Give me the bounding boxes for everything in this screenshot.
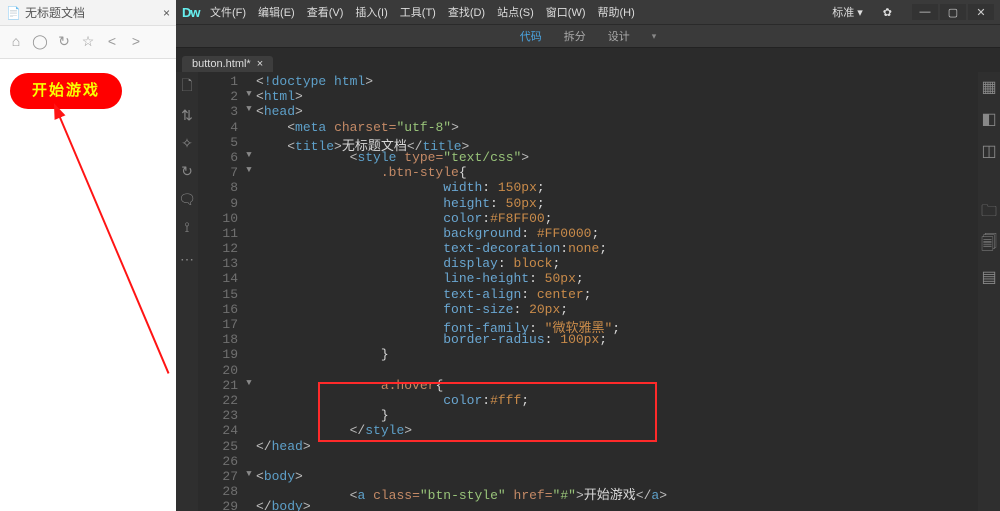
tab-code[interactable]: 代码 — [516, 26, 546, 46]
menu-item-5[interactable]: 查找(D) — [442, 5, 491, 21]
code-line[interactable]: 13 display: block; — [198, 256, 978, 271]
file-icon: 📄 — [6, 6, 21, 20]
comment-icon[interactable]: 🗨 — [178, 190, 196, 208]
collapse-icon[interactable]: ⟟ — [178, 218, 196, 236]
annotation-arrow — [0, 59, 176, 511]
preview-body: 开始游戏 — [0, 59, 176, 511]
right-panel-strip: ▦ ◧ ◫ 🗀 🗐 ▤ — [978, 72, 1000, 511]
refresh-icon[interactable]: ↻ — [178, 162, 196, 180]
code-line[interactable]: 8 width: 150px; — [198, 180, 978, 195]
code-editor[interactable]: 1 <!doctype html>2▼<html>3▼<head>4 <meta… — [198, 72, 978, 511]
menu-item-4[interactable]: 工具(T) — [394, 5, 442, 21]
file-manager-icon[interactable]: 🗋 — [178, 78, 196, 96]
app-logo: Dw — [182, 5, 204, 20]
preview-tab-title: 无标题文档 — [25, 4, 85, 21]
stop-icon[interactable]: ↻ — [52, 30, 76, 52]
code-line[interactable]: 21▼ a:hover{ — [198, 378, 978, 393]
window-maximize-icon[interactable]: ▢ — [940, 4, 966, 20]
ide-panel: Dw 文件(F)编辑(E)查看(V)插入(I)工具(T)查找(D)站点(S)窗口… — [176, 0, 1000, 511]
back-icon[interactable]: < — [100, 30, 124, 52]
code-line[interactable]: 16 font-size: 20px; — [198, 302, 978, 317]
code-line[interactable]: 19 } — [198, 347, 978, 362]
more-icon[interactable]: ⋯ — [178, 250, 196, 268]
snippets-panel-icon[interactable]: ▤ — [980, 268, 998, 286]
code-line[interactable]: 22 color:#fff; — [198, 393, 978, 408]
browser-preview-panel: 📄 无标题文档 × ⌂ ◯ ↻ ☆ < > 开始游戏 — [0, 0, 176, 511]
file-tab-label: button.html* — [192, 58, 251, 70]
preview-tab-close-icon[interactable]: × — [163, 6, 170, 20]
code-line[interactable]: 28 <a class="btn-style" href="#">开始游戏</a… — [198, 484, 978, 499]
code-line[interactable]: 27▼<body> — [198, 469, 978, 484]
preview-toolbar: ⌂ ◯ ↻ ☆ < > — [0, 26, 176, 59]
window-minimize-icon[interactable]: — — [912, 4, 938, 20]
menu-item-6[interactable]: 站点(S) — [491, 5, 540, 21]
tab-design[interactable]: 设计 — [604, 26, 634, 46]
code-line[interactable]: 20 — [198, 363, 978, 378]
library-panel-icon[interactable]: 🗐 — [980, 236, 998, 254]
tab-split[interactable]: 拆分 — [560, 26, 590, 46]
code-line[interactable]: 18 border-radius: 100px; — [198, 332, 978, 347]
code-line[interactable]: 1 <!doctype html> — [198, 74, 978, 89]
dom-panel-icon[interactable]: ◧ — [980, 110, 998, 128]
code-line[interactable]: 25 </head> — [198, 439, 978, 454]
code-line[interactable]: 23 } — [198, 408, 978, 423]
code-line[interactable]: 2▼<html> — [198, 89, 978, 104]
star-icon[interactable]: ☆ — [76, 30, 100, 52]
code-line[interactable]: 4 <meta charset="utf-8"> — [198, 120, 978, 135]
left-tool-strip: 🗋 ⇅ ✧ ↻ 🗨 ⟟ ⋯ — [176, 72, 198, 511]
code-line[interactable]: 26 — [198, 454, 978, 469]
preview-tab[interactable]: 📄 无标题文档 × — [0, 0, 176, 26]
code-line[interactable]: 5 <title>无标题文档</title> — [198, 135, 978, 150]
menu-item-1[interactable]: 编辑(E) — [252, 5, 301, 21]
menu-item-0[interactable]: 文件(F) — [204, 5, 252, 21]
menu-item-8[interactable]: 帮助(H) — [592, 5, 641, 21]
code-line[interactable]: 11 background: #FF0000; — [198, 226, 978, 241]
menu-item-3[interactable]: 插入(I) — [349, 5, 393, 21]
wand-icon[interactable]: ✧ — [178, 134, 196, 152]
files-panel-icon[interactable]: 🗀 — [980, 204, 998, 222]
menu-item-2[interactable]: 查看(V) — [301, 5, 350, 21]
menu-item-7[interactable]: 窗口(W) — [540, 5, 592, 21]
window-close-icon[interactable]: ✕ — [968, 4, 994, 20]
file-tab-row: button.html* × — [176, 48, 1000, 72]
code-line[interactable]: 24 </style> — [198, 423, 978, 438]
forward-icon[interactable]: > — [124, 30, 148, 52]
code-line[interactable]: 12 text-decoration:none; — [198, 241, 978, 256]
start-game-button[interactable]: 开始游戏 — [10, 73, 122, 109]
code-line[interactable]: 6▼ <style type="text/css"> — [198, 150, 978, 165]
code-line[interactable]: 7▼ .btn-style{ — [198, 165, 978, 180]
file-tab-close-icon[interactable]: × — [257, 58, 263, 70]
css-panel-icon[interactable]: ▦ — [980, 78, 998, 96]
file-tab[interactable]: button.html* × — [182, 56, 273, 72]
menubar: Dw 文件(F)编辑(E)查看(V)插入(I)工具(T)查找(D)站点(S)窗口… — [176, 0, 1000, 24]
assets-panel-icon[interactable]: ◫ — [980, 142, 998, 160]
swap-icon[interactable]: ⇅ — [178, 106, 196, 124]
view-mode-tabs: 代码 拆分 设计 ▾ — [176, 24, 1000, 48]
code-line[interactable]: 14 line-height: 50px; — [198, 271, 978, 286]
code-line[interactable]: 10 color:#F8FF00; — [198, 211, 978, 226]
settings-icon[interactable]: ✿ — [877, 4, 898, 21]
code-line[interactable]: 15 text-align: center; — [198, 287, 978, 302]
code-line[interactable]: 17 font-family: "微软雅黑"; — [198, 317, 978, 332]
workspace-switcher[interactable]: 标准 ▾ — [826, 2, 869, 22]
code-line[interactable]: 3▼<head> — [198, 104, 978, 119]
reload-icon[interactable]: ◯ — [28, 30, 52, 52]
home-icon[interactable]: ⌂ — [4, 30, 28, 52]
code-line[interactable]: 29 </body> — [198, 499, 978, 511]
code-line[interactable]: 9 height: 50px; — [198, 196, 978, 211]
